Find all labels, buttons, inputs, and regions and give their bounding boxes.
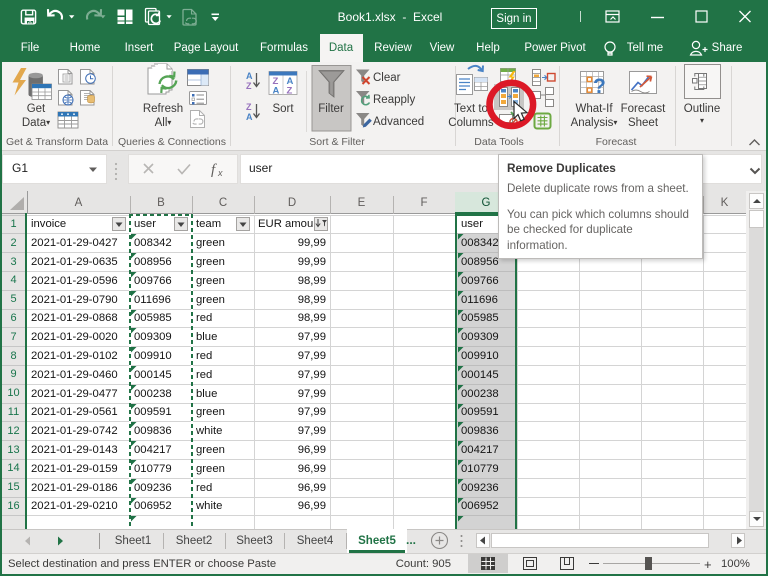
svg-text:Z: Z xyxy=(287,86,293,97)
svg-text:f: f xyxy=(211,162,217,178)
svg-text:A: A xyxy=(273,86,280,97)
svg-text:Reapply: Reapply xyxy=(373,94,415,106)
svg-text:?: ? xyxy=(593,75,606,98)
svg-text:A: A xyxy=(246,112,253,122)
svg-text:Z: Z xyxy=(246,81,252,91)
svg-text:Z: Z xyxy=(246,102,252,112)
svg-text:x: x xyxy=(217,168,223,178)
svg-text:Clear: Clear xyxy=(373,72,401,84)
svg-text:Advanced: Advanced xyxy=(373,116,424,128)
svg-text:A: A xyxy=(246,71,253,81)
